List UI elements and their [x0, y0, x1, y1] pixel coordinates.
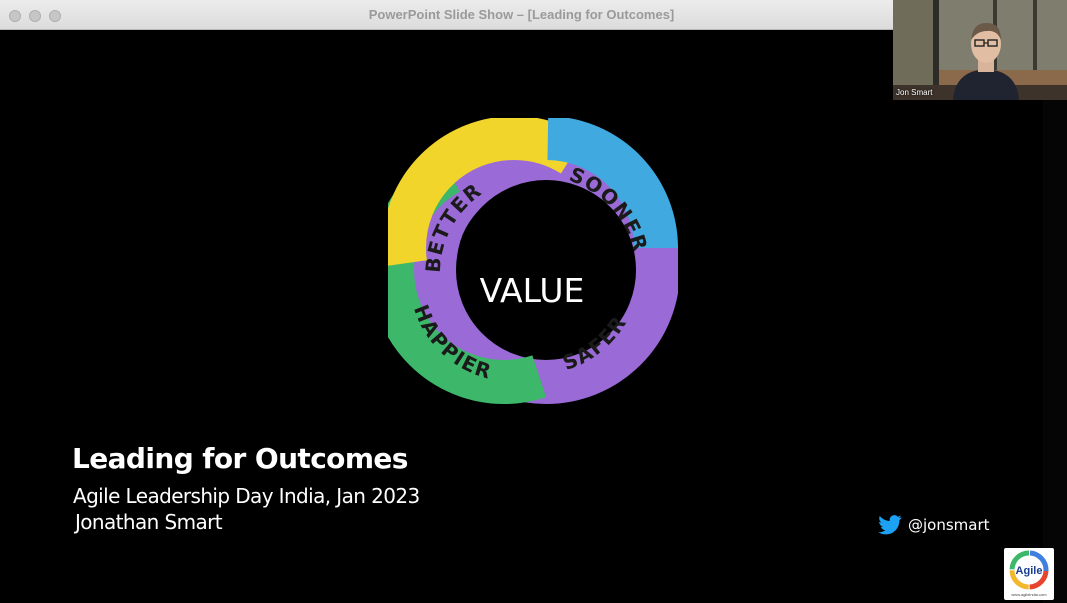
twitter-bird-icon — [878, 515, 902, 535]
logo-footer: www.agileindia.com — [1011, 592, 1047, 597]
value-ring-svg: BETTER SOONER SAFER HAPPIER VALUE — [370, 116, 680, 404]
value-ring-diagram: BETTER SOONER SAFER HAPPIER VALUE — [370, 116, 680, 408]
zoom-window-button[interactable] — [49, 10, 61, 22]
window-titlebar[interactable] — [0, 0, 893, 30]
participant-video-tile[interactable]: Jon Smart — [893, 0, 1067, 100]
twitter-handle: @jonsmart — [908, 516, 990, 534]
minimize-window-button[interactable] — [29, 10, 41, 22]
screen-edge — [1043, 100, 1067, 603]
twitter-handle-block: @jonsmart — [878, 513, 990, 537]
slide-author: Jonathan Smart — [75, 510, 223, 534]
slideshow-window: PowerPoint Slide Show – [Leading for Out… — [0, 0, 1067, 603]
logo-text: Agile — [1015, 565, 1043, 577]
participant-name: Jon Smart — [896, 88, 933, 97]
slide-subtitle: Agile Leadership Day India, Jan 2023 — [73, 484, 420, 508]
value-ring-center — [457, 189, 605, 337]
slide-title: Leading for Outcomes — [72, 442, 408, 475]
video-feed — [893, 0, 1067, 100]
value-label: VALUE — [480, 271, 585, 310]
agile-india-logo: Agile www.agileindia.com — [1004, 548, 1054, 600]
close-window-button[interactable] — [9, 10, 21, 22]
